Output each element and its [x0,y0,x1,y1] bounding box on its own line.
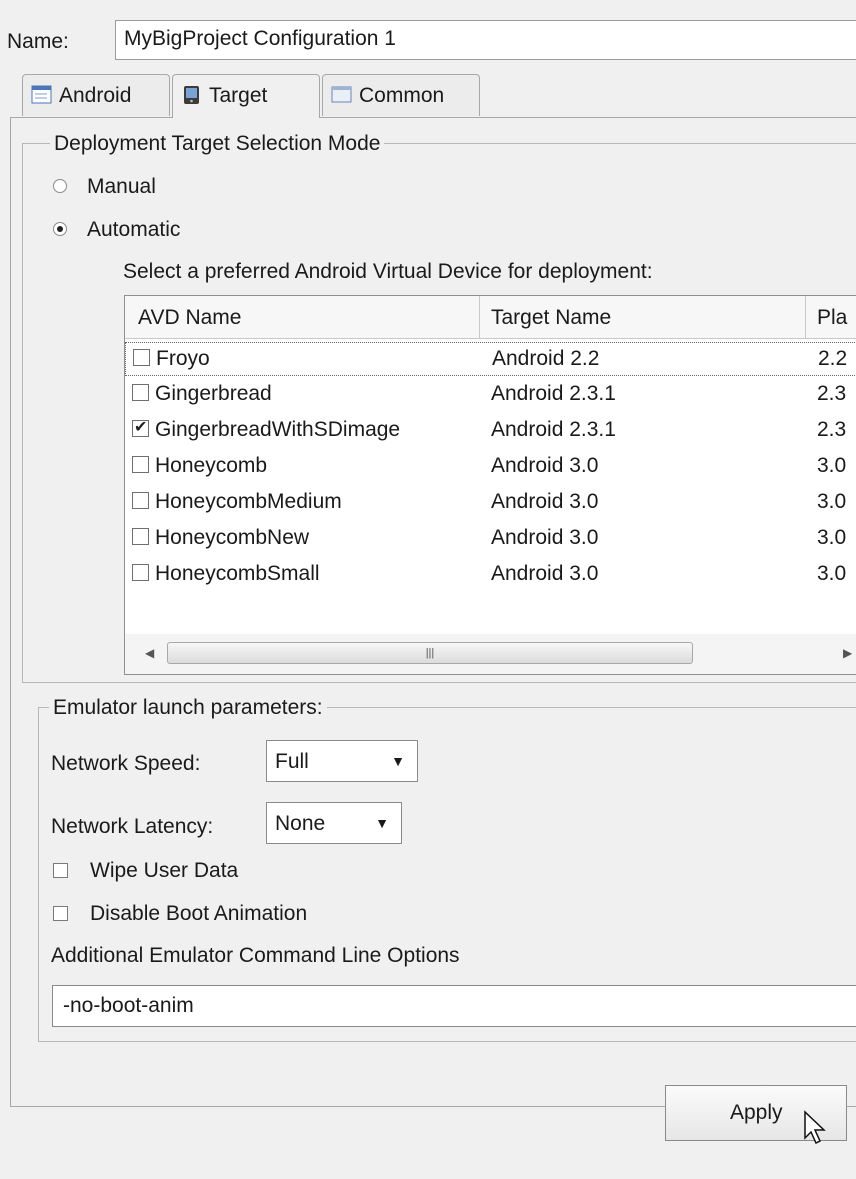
network-speed-select[interactable]: Full ▼ [266,740,418,782]
tab-target-label: Target [209,84,268,107]
wipe-user-data-checkbox[interactable] [53,863,68,878]
network-latency-select[interactable]: None ▼ [266,802,402,844]
chevron-down-icon[interactable]: ▼ [379,741,417,781]
tab-common-label: Common [359,84,445,107]
configuration-name-input[interactable]: MyBigProject Configuration 1 [115,20,856,60]
avd-name-cell: Honeycomb [155,454,268,477]
android-tab-icon [31,85,53,105]
table-row[interactable]: GingerbreadWithSDimage Android 2.3.1 2.3 [125,414,856,448]
avd-name-cell: HoneycombMedium [155,490,342,513]
platform-cell: 3.0 [817,490,847,513]
platform-cell: 3.0 [817,562,847,585]
row-checkbox[interactable] [132,417,149,437]
mouse-cursor-icon [803,1110,829,1152]
row-checkbox[interactable] [133,349,150,366]
column-divider [805,296,806,338]
tab-common[interactable]: Common [322,74,480,116]
avd-table-header: AVD Name Target Name Pla [125,296,856,339]
table-row[interactable]: HoneycombMedium Android 3.0 3.0 [125,486,856,520]
disable-boot-animation-checkbox[interactable] [53,906,68,921]
platform-cell: 2.3 [817,418,847,441]
row-checkbox[interactable] [132,456,149,473]
table-row[interactable]: Froyo Android 2.2 2.2 [125,342,856,376]
target-name-cell: Android 3.0 [491,454,599,477]
automatic-radio[interactable] [53,222,67,236]
network-latency-value: None [275,812,326,835]
platform-cell: 3.0 [817,454,847,477]
network-speed-label: Network Speed: [51,752,201,775]
target-name-cell: Android 2.2 [492,347,600,370]
network-speed-value: Full [275,750,309,773]
network-latency-label: Network Latency: [51,815,214,838]
scroll-left-icon[interactable]: ◀ [145,646,154,660]
table-row[interactable]: HoneycombNew Android 3.0 3.0 [125,522,856,556]
platform-cell: 2.3 [817,382,847,405]
platform-cell: 3.0 [817,526,847,549]
target-name-cell: Android 2.3.1 [491,418,616,441]
avd-name-cell: Gingerbread [155,382,272,405]
deployment-mode-title: Deployment Target Selection Mode [50,132,385,156]
automatic-label: Automatic [87,218,181,241]
table-row[interactable]: Honeycomb Android 3.0 3.0 [125,450,856,484]
row-checkbox[interactable] [132,384,149,401]
row-checkbox[interactable] [132,564,149,581]
avd-name-cell: HoneycombSmall [155,562,320,585]
horizontal-scrollbar[interactable]: ◀ ||| ▶ [125,634,856,674]
additional-options-label: Additional Emulator Command Line Options [51,944,460,967]
platform-cell: 2.2 [818,347,848,370]
tab-target[interactable]: Target [172,74,320,118]
column-divider [479,296,480,338]
chevron-down-icon[interactable]: ▼ [363,803,401,843]
avd-prompt: Select a preferred Android Virtual Devic… [123,260,653,283]
row-checkbox[interactable] [132,528,149,545]
avd-name-cell: Froyo [156,347,210,370]
wipe-user-data-label: Wipe User Data [90,859,239,882]
manual-label: Manual [87,175,156,198]
name-label: Name: [7,30,69,53]
disable-boot-animation-label: Disable Boot Animation [90,902,308,925]
target-name-cell: Android 3.0 [491,490,599,513]
common-tab-icon [331,85,353,105]
emulator-params-title: Emulator launch parameters: [49,696,327,720]
avd-table[interactable]: AVD Name Target Name Pla Froyo Android 2… [124,295,856,675]
column-header-avd-name[interactable]: AVD Name [138,306,241,330]
tab-android-label: Android [59,84,132,107]
table-row[interactable]: Gingerbread Android 2.3.1 2.3 [125,378,856,412]
tab-android[interactable]: Android [22,74,170,116]
manual-radio[interactable] [53,179,67,193]
additional-options-input[interactable]: -no-boot-anim [52,985,856,1027]
column-header-target-name[interactable]: Target Name [491,306,611,330]
target-tab-icon [181,85,203,105]
apply-button-label: Apply [730,1101,783,1124]
scrollbar-thumb[interactable]: ||| [167,642,693,664]
row-checkbox[interactable] [132,492,149,509]
avd-name-cell: GingerbreadWithSDimage [155,418,401,441]
target-name-cell: Android 2.3.1 [491,382,616,405]
scroll-right-icon[interactable]: ▶ [843,646,852,660]
table-row[interactable]: HoneycombSmall Android 3.0 3.0 [125,558,856,592]
column-header-platform[interactable]: Pla [817,306,847,330]
avd-name-cell: HoneycombNew [155,526,310,549]
target-name-cell: Android 3.0 [491,562,599,585]
target-name-cell: Android 3.0 [491,526,599,549]
